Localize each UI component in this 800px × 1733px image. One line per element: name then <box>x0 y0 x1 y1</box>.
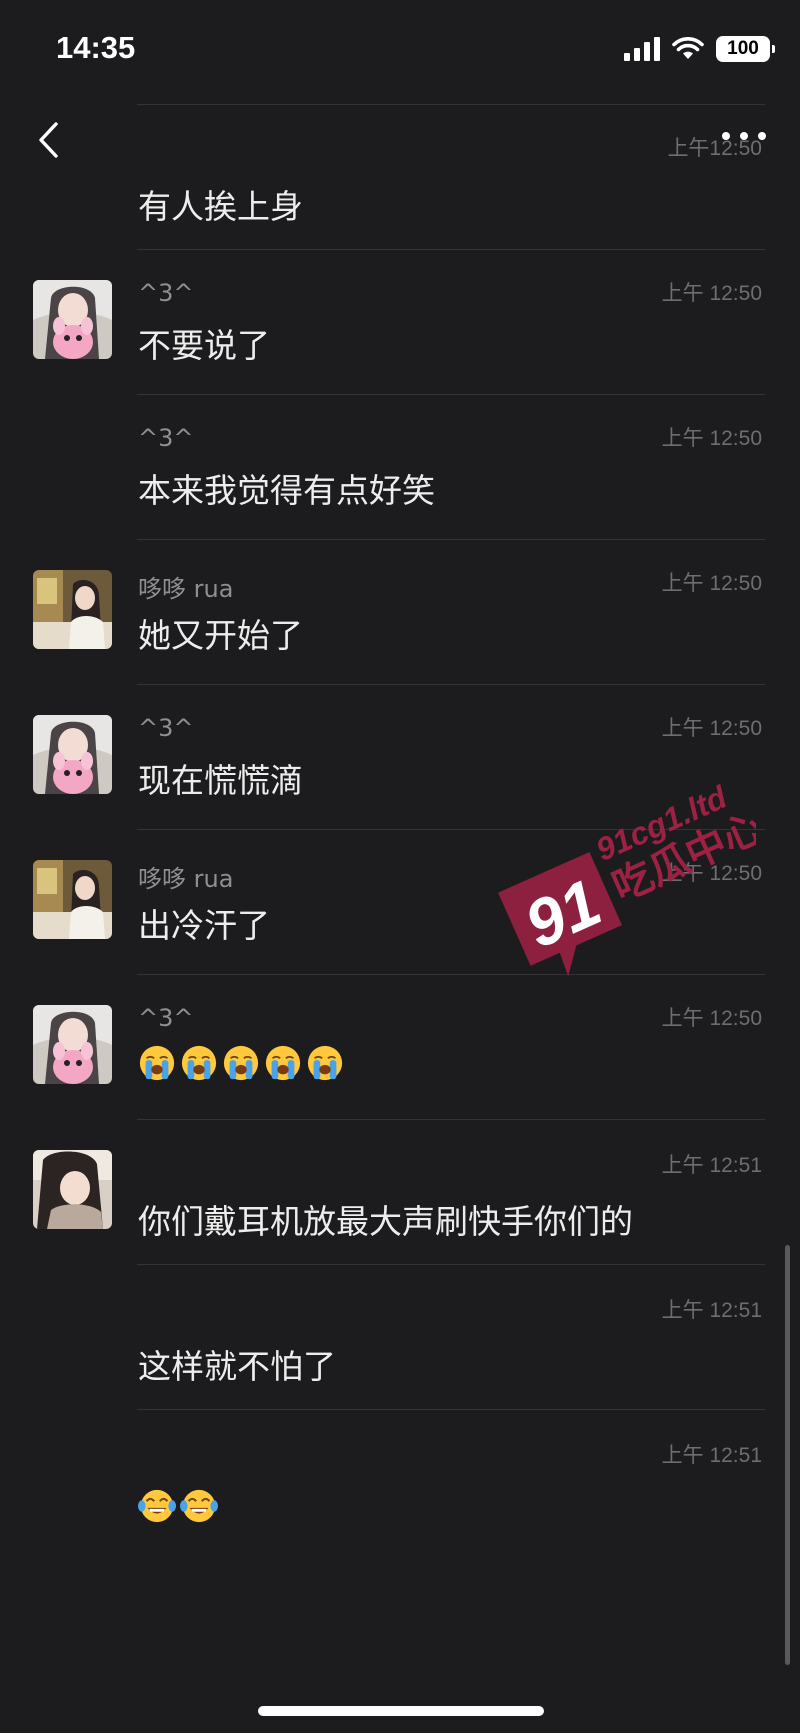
status-time: 14:35 <box>56 30 136 65</box>
loudly-crying-face-icon <box>181 1045 217 1081</box>
message-sender: 哆哆 rua <box>138 575 234 603</box>
message-divider <box>137 104 765 105</box>
message-item: 上午 12:51 你们戴耳机放最大声刷快手你们的 <box>0 1119 800 1264</box>
avatar[interactable] <box>33 1005 112 1084</box>
avatar[interactable] <box>33 1150 112 1229</box>
avatar[interactable] <box>33 860 112 939</box>
message-text[interactable]: 现在慌慌滴 <box>138 754 303 802</box>
message-divider <box>137 1264 765 1265</box>
message-item: 哆哆 rua 上午 12:50 她又开始了 <box>0 539 800 684</box>
message-divider <box>137 1119 765 1120</box>
message-text[interactable]: 本来我觉得有点好笑 <box>138 464 435 512</box>
message-time: 上午 12:50 <box>661 717 762 740</box>
loudly-crying-face-icon <box>223 1045 259 1081</box>
message-divider <box>137 394 765 395</box>
tears-of-joy-face-icon <box>138 1489 176 1523</box>
loudly-crying-face-icon <box>265 1045 301 1081</box>
message-sender: ^3^ <box>138 279 194 307</box>
message-text[interactable]: 出冷汗了 <box>138 899 270 947</box>
message-item: ^3^ 上午 12:50 不要说了 <box>0 249 800 394</box>
message-time: 上午 12:50 <box>661 427 762 450</box>
message-text[interactable]: 不要说了 <box>138 319 270 367</box>
scrollbar[interactable] <box>785 1245 790 1665</box>
message-time: 上午 12:50 <box>661 282 762 305</box>
wifi-icon <box>672 37 704 59</box>
loudly-crying-face-icon <box>307 1045 343 1081</box>
avatar[interactable] <box>33 280 112 359</box>
message-sender: 哆哆 rua <box>138 865 234 893</box>
message-divider <box>137 249 765 250</box>
loudly-crying-face-icon <box>139 1045 175 1081</box>
message-sender: ^3^ <box>138 424 194 452</box>
message-time: 上午 12:50 <box>661 1007 762 1030</box>
message-emoji-row[interactable] <box>138 1487 218 1525</box>
avatar[interactable] <box>33 715 112 794</box>
watermark: 91 91cg1.ltd 吃瓜中心 <box>496 770 771 1000</box>
message-time: 上午12:50 <box>667 137 762 160</box>
avatar[interactable] <box>33 570 112 649</box>
status-icons: 100 <box>624 34 775 64</box>
message-divider <box>137 1409 765 1410</box>
message-text[interactable]: 她又开始了 <box>138 609 303 657</box>
tears-of-joy-face-icon <box>180 1489 218 1523</box>
message-item: 上午12:50 有人挨上身 <box>0 104 800 249</box>
message-item: 上午 12:51 这样就不怕了 <box>0 1264 800 1409</box>
message-time: 上午 12:51 <box>661 1444 762 1467</box>
message-sender: ^3^ <box>138 714 194 742</box>
message-emoji-row[interactable] <box>138 1044 344 1082</box>
message-sender: ^3^ <box>138 1004 194 1032</box>
message-divider <box>137 684 765 685</box>
cellular-signal-icon <box>624 37 660 61</box>
battery-indicator: 100 <box>716 36 775 62</box>
message-text[interactable]: 这样就不怕了 <box>138 1340 336 1388</box>
status-bar: 14:35 100 <box>0 0 800 100</box>
message-text[interactable]: 你们戴耳机放最大声刷快手你们的 <box>138 1195 633 1243</box>
home-indicator[interactable] <box>258 1706 544 1716</box>
message-item: 上午 12:51 <box>0 1409 800 1554</box>
message-item: ^3^ 上午 12:50 本来我觉得有点好笑 <box>0 394 800 539</box>
message-time: 上午 12:50 <box>661 572 762 595</box>
message-text[interactable]: 有人挨上身 <box>138 180 303 228</box>
message-time: 上午 12:51 <box>661 1299 762 1322</box>
message-divider <box>137 539 765 540</box>
message-time: 上午 12:51 <box>661 1154 762 1177</box>
